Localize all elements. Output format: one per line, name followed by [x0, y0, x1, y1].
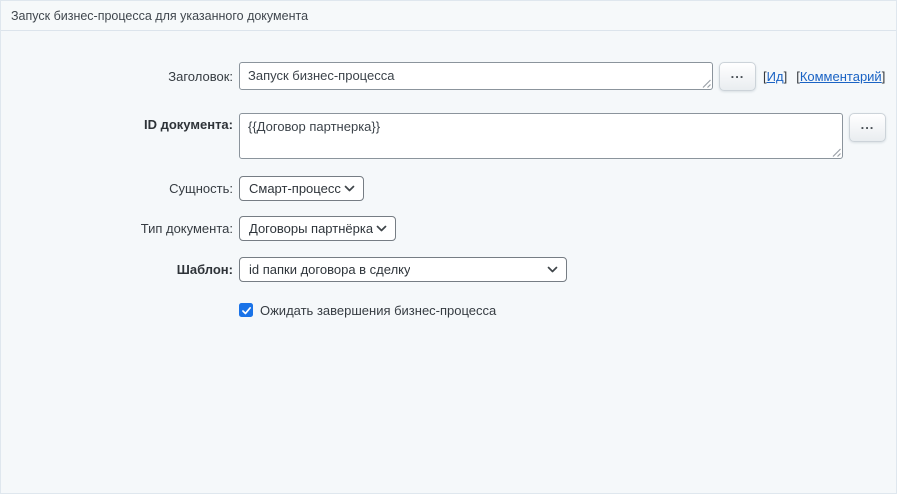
chevron-down-icon: [375, 222, 388, 235]
comment-link[interactable]: Комментарий: [800, 69, 882, 84]
document-id-input-wrap: {{Договор партнерка}}: [239, 113, 843, 159]
document-id-label: ID документа:: [1, 117, 233, 132]
id-link-group: [Ид]: [763, 69, 787, 84]
wait-checkbox-label: Ожидать завершения бизнес-процесса: [260, 303, 496, 318]
document-id-row: ID документа: {{Договор партнерка}} ...: [1, 113, 898, 159]
entity-row: Сущность: Смарт-процесс: [1, 176, 898, 201]
wait-checkbox-row: Ожидать завершения бизнес-процесса: [1, 302, 898, 320]
title-more-button[interactable]: ...: [719, 62, 756, 91]
title-input-wrap: Запуск бизнес-процесса: [239, 62, 713, 90]
entity-select[interactable]: Смарт-процесс: [239, 176, 364, 201]
chevron-down-icon: [343, 182, 356, 195]
template-row: Шаблон: id папки договора в сделку: [1, 257, 898, 282]
document-id-input[interactable]: {{Договор партнерка}}: [239, 113, 843, 159]
template-label: Шаблон:: [1, 257, 233, 282]
title-label: Заголовок:: [1, 62, 233, 91]
doc-type-label: Тип документа:: [1, 216, 233, 241]
id-link[interactable]: Ид: [767, 69, 784, 84]
title-links: [Ид] [Комментарий]: [763, 62, 885, 91]
document-id-more-button[interactable]: ...: [849, 113, 886, 142]
dialog-header: Запуск бизнес-процесса для указанного до…: [1, 1, 896, 31]
chevron-down-icon: [546, 263, 559, 276]
checkmark-icon: [241, 305, 252, 316]
title-input[interactable]: Запуск бизнес-процесса: [239, 62, 713, 90]
title-row: Заголовок: Запуск бизнес-процесса ... [И…: [1, 62, 898, 91]
comment-link-group: [Комментарий]: [796, 69, 885, 84]
dialog-title: Запуск бизнес-процесса для указанного до…: [11, 9, 308, 23]
business-process-dialog: Запуск бизнес-процесса для указанного до…: [0, 0, 897, 494]
doc-type-select[interactable]: Договоры партнёрка: [239, 216, 396, 241]
entity-label: Сущность:: [1, 176, 233, 201]
wait-checkbox[interactable]: [239, 303, 253, 317]
template-select[interactable]: id папки договора в сделку: [239, 257, 567, 282]
doc-type-row: Тип документа: Договоры партнёрка: [1, 216, 898, 241]
